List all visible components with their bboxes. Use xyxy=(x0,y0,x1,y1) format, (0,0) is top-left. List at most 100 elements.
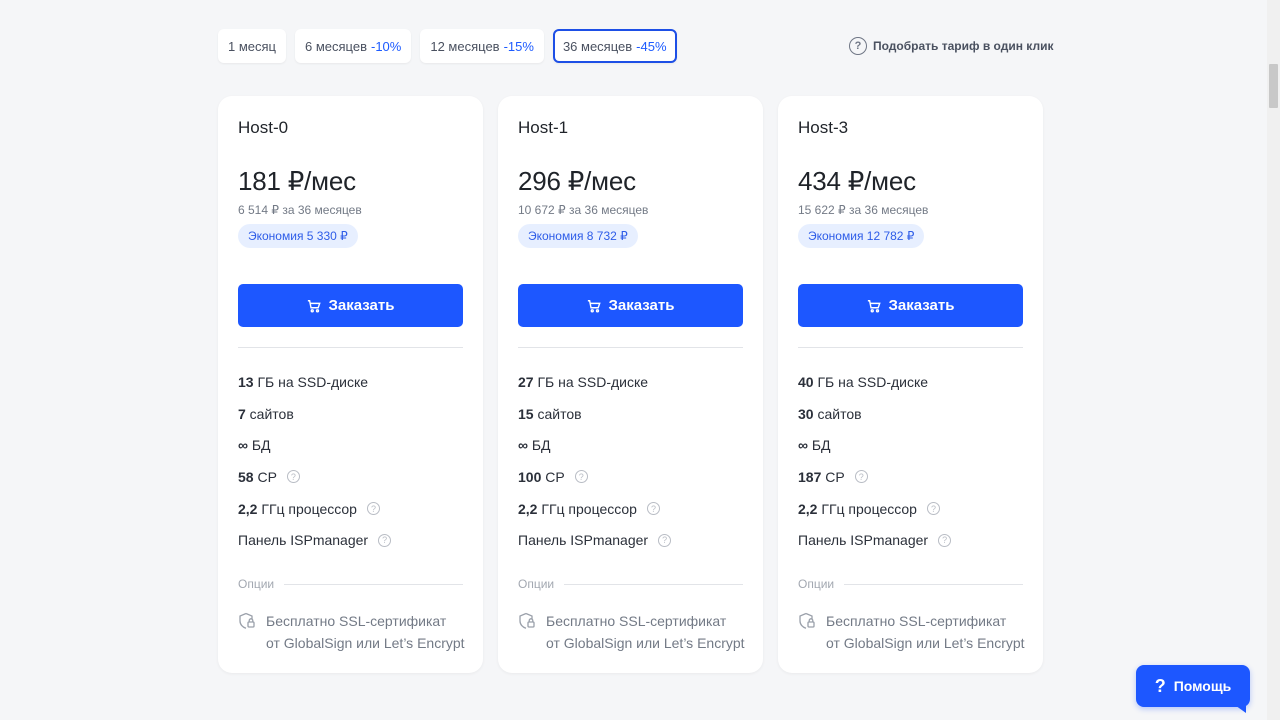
feature-list: 40 ГБ на SSD-диске 30 сайтов ∞ БД 187 CP… xyxy=(798,366,1023,556)
tariff-picker-label: Подобрать тариф в один клик xyxy=(873,39,1054,53)
help-button-label: Помощь xyxy=(1173,678,1232,694)
question-circle-icon[interactable]: ? xyxy=(658,533,672,547)
options-label: Опции xyxy=(518,577,555,591)
plan-total: 15 622 ₽ за 36 месяцев xyxy=(798,203,929,217)
plan-card-host-3: Host-3 434 ₽/мес 15 622 ₽ за 36 месяцев … xyxy=(778,96,1043,673)
question-circle-icon[interactable]: ? xyxy=(938,533,952,547)
feature-cp: 187 CP? xyxy=(798,461,1023,493)
plan-title: Host-0 xyxy=(238,118,289,137)
order-button[interactable]: Заказать xyxy=(518,284,743,327)
period-label: 1 месяц xyxy=(228,38,276,54)
options-divider xyxy=(284,583,463,585)
feature-panel: Панель ISPmanager? xyxy=(238,524,463,556)
savings-badge: Экономия 5 330 ₽ xyxy=(238,224,358,248)
plan-title: Host-1 xyxy=(518,118,569,137)
feature-sites: 30 сайтов xyxy=(798,405,862,422)
divider xyxy=(518,347,743,348)
tariff-picker-link[interactable]: ? Подобрать тариф в один клик xyxy=(849,37,1053,55)
plan-price: 296 ₽/мес xyxy=(518,166,636,196)
feature-db: ∞ БД xyxy=(238,437,271,454)
feature-list: 27 ГБ на SSD-диске 15 сайтов ∞ БД 100 CP… xyxy=(518,366,743,556)
feature-ssd: 40 ГБ на SSD-диске xyxy=(798,373,929,390)
period-discount: -10% xyxy=(371,38,402,54)
question-circle-icon[interactable]: ? xyxy=(366,502,380,516)
period-tab-1-month[interactable]: 1 месяц xyxy=(218,29,286,63)
feature-sites: 7 сайтов xyxy=(238,405,294,422)
divider xyxy=(798,347,1023,348)
plan-card-host-1: Host-1 296 ₽/мес 10 672 ₽ за 36 месяцев … xyxy=(498,96,763,673)
period-label: 36 месяцев xyxy=(562,38,633,54)
scrollbar[interactable] xyxy=(1267,0,1280,720)
ssl-text-line1: Бесплатно SSL-сертификат xyxy=(546,613,727,629)
feature-db: ∞ БД xyxy=(518,437,551,454)
feature-list: 13 ГБ на SSD-диске 7 сайтов ∞ БД 58 CP? … xyxy=(238,366,463,556)
feature-ssd: 13 ГБ на SSD-диске xyxy=(238,373,369,390)
ssl-text-line1: Бесплатно SSL-сертификат xyxy=(826,613,1007,629)
period-tab-36-months[interactable]: 36 месяцев -45% xyxy=(552,29,677,63)
plan-title: Host-3 xyxy=(798,118,849,137)
help-button[interactable]: ? Помощь xyxy=(1136,665,1250,707)
order-button[interactable]: Заказать xyxy=(798,284,1023,327)
feature-cp: 58 CP? xyxy=(238,461,463,493)
order-button-label: Заказать xyxy=(328,297,395,314)
divider xyxy=(238,347,463,348)
shield-lock-icon xyxy=(239,612,255,629)
ssl-option: Бесплатно SSL-сертификат от GlobalSign и… xyxy=(518,610,748,654)
period-tab-12-months[interactable]: 12 месяцев -15% xyxy=(420,29,544,63)
cart-icon xyxy=(307,299,321,312)
question-icon: ? xyxy=(1154,675,1166,696)
period-discount: -45% xyxy=(636,38,667,54)
ssl-option: Бесплатно SSL-сертификат от GlobalSign и… xyxy=(238,610,468,654)
savings-badge: Экономия 8 732 ₽ xyxy=(518,224,638,248)
feature-cpu: 2,2 ГГц процессор? xyxy=(518,493,743,525)
question-circle-icon[interactable]: ? xyxy=(926,502,940,516)
shield-lock-icon xyxy=(799,612,815,629)
feature-cp: 100 CP? xyxy=(518,461,743,493)
options-label: Опции xyxy=(798,577,835,591)
options-header: Опции xyxy=(238,577,463,591)
question-circle-icon[interactable]: ? xyxy=(574,470,588,484)
feature-cpu: 2,2 ГГц процессор? xyxy=(238,493,463,525)
plan-price: 181 ₽/мес xyxy=(238,166,356,196)
ssl-text-line2: от GlobalSign или Let’s Encrypt xyxy=(546,635,745,651)
ssl-text-line2: от GlobalSign или Let’s Encrypt xyxy=(826,635,1025,651)
period-tabs: 1 месяц 6 месяцев -10% 12 месяцев -15% 3… xyxy=(218,29,677,63)
period-label: 12 месяцев xyxy=(430,38,500,54)
question-circle-icon[interactable]: ? xyxy=(378,533,392,547)
order-button[interactable]: Заказать xyxy=(238,284,463,327)
options-divider xyxy=(844,583,1023,585)
feature-sites: 15 сайтов xyxy=(518,405,582,422)
feature-ssd: 27 ГБ на SSD-диске xyxy=(518,373,649,390)
question-circle-icon[interactable]: ? xyxy=(286,470,300,484)
ssl-text-line1: Бесплатно SSL-сертификат xyxy=(266,613,447,629)
plan-total: 10 672 ₽ за 36 месяцев xyxy=(518,203,649,217)
order-button-label: Заказать xyxy=(888,297,955,314)
feature-cpu: 2,2 ГГц процессор? xyxy=(798,493,1023,525)
cart-icon xyxy=(587,299,601,312)
plan-cards: Host-0 181 ₽/мес 6 514 ₽ за 36 месяцев Э… xyxy=(218,96,1043,673)
help-bubble-tail xyxy=(1232,703,1246,713)
period-tab-6-months[interactable]: 6 месяцев -10% xyxy=(295,29,412,63)
options-header: Опции xyxy=(798,577,1023,591)
options-header: Опции xyxy=(518,577,743,591)
plan-card-host-0: Host-0 181 ₽/мес 6 514 ₽ за 36 месяцев Э… xyxy=(218,96,483,673)
plan-price: 434 ₽/мес xyxy=(798,166,916,196)
cart-icon xyxy=(867,299,881,312)
question-circle-icon[interactable]: ? xyxy=(646,502,660,516)
order-button-label: Заказать xyxy=(608,297,675,314)
feature-panel: Панель ISPmanager? xyxy=(798,524,1023,556)
feature-db: ∞ БД xyxy=(798,437,831,454)
savings-badge: Экономия 12 782 ₽ xyxy=(798,224,925,248)
period-discount: -15% xyxy=(503,38,534,54)
feature-panel: Панель ISPmanager? xyxy=(518,524,743,556)
shield-lock-icon xyxy=(519,612,535,629)
ssl-option: Бесплатно SSL-сертификат от GlobalSign и… xyxy=(798,610,1028,654)
options-label: Опции xyxy=(238,577,275,591)
scrollbar-thumb[interactable] xyxy=(1269,64,1278,108)
options-divider xyxy=(564,583,743,585)
period-label: 6 месяцев xyxy=(305,38,367,54)
ssl-text-line2: от GlobalSign или Let’s Encrypt xyxy=(266,635,465,651)
question-circle-icon: ? xyxy=(849,37,867,55)
question-circle-icon[interactable]: ? xyxy=(854,470,868,484)
plan-total: 6 514 ₽ за 36 месяцев xyxy=(238,203,362,217)
